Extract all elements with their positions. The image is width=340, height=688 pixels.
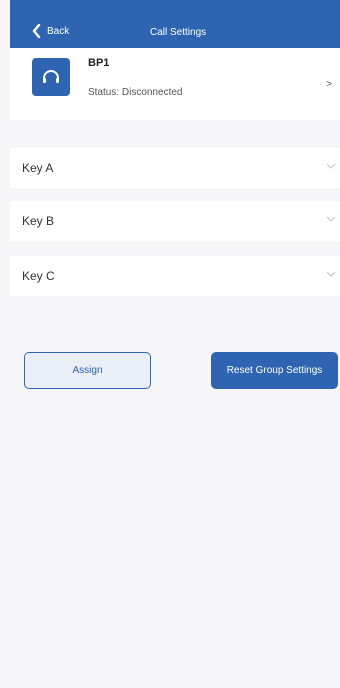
key-label: Key B [22, 214, 55, 228]
chevron-right-icon: > [326, 79, 332, 90]
key-b-row[interactable]: Key B [10, 201, 340, 241]
device-row[interactable]: BP1 Status: Disconnected > [10, 48, 340, 120]
back-button[interactable]: Back [32, 24, 69, 38]
call-settings-screen: Back Call Settings BP1 Status: Disconnec… [0, 0, 340, 688]
key-a-row[interactable]: Key A [10, 148, 340, 188]
key-c-row[interactable]: Key C [10, 256, 340, 296]
chevron-left-icon [32, 24, 41, 38]
chevron-down-icon [326, 216, 336, 222]
device-name: BP1 [88, 57, 110, 69]
chevron-down-icon [326, 271, 336, 277]
reset-group-settings-button[interactable]: Reset Group Settings [211, 352, 338, 389]
key-label: Key A [22, 161, 54, 175]
chevron-down-icon [326, 163, 336, 169]
app-header: Back Call Settings [10, 0, 340, 48]
assign-button[interactable]: Assign [24, 352, 151, 389]
key-label: Key C [22, 269, 55, 283]
back-label: Back [47, 25, 70, 37]
headset-icon [32, 58, 70, 96]
device-status: Status: Disconnected [88, 87, 183, 98]
page-title: Call Settings [150, 27, 207, 38]
